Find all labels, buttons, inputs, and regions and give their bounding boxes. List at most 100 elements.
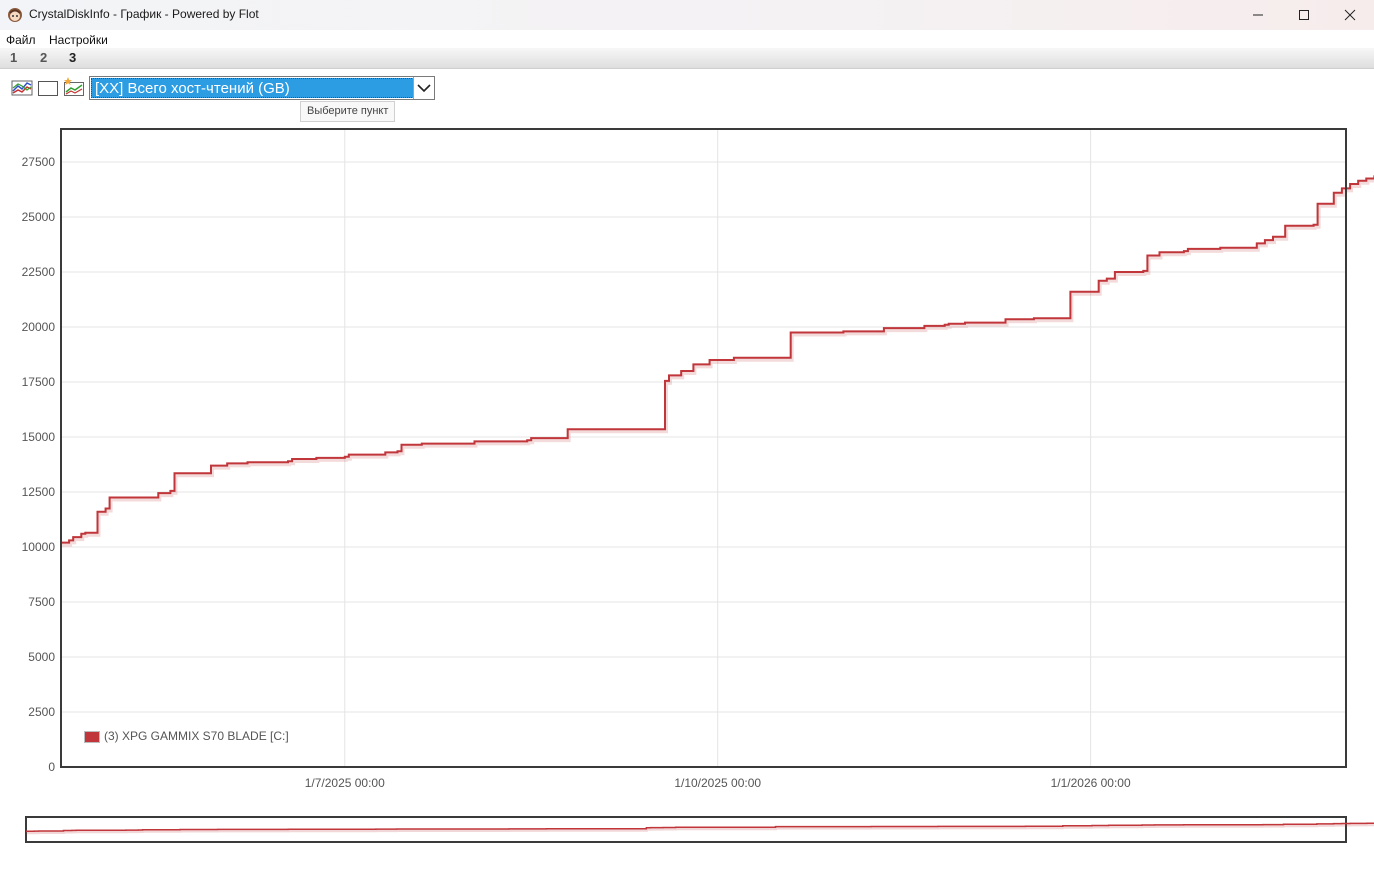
app-window: CrystalDiskInfo - График - Powered by Fl… <box>0 0 1374 870</box>
series-point <box>1146 254 1149 257</box>
series-point <box>173 472 176 475</box>
series-point <box>1114 271 1116 273</box>
y-tick-label: 0 <box>48 760 55 774</box>
y-tick-label: 22500 <box>22 265 56 279</box>
series-point <box>133 496 135 499</box>
series-point <box>169 490 172 492</box>
y-tick-label: 27500 <box>22 155 56 169</box>
series-point <box>469 442 472 445</box>
series-point <box>96 511 99 513</box>
series-point <box>1106 277 1108 280</box>
series-point <box>104 507 107 510</box>
series-point <box>157 492 160 494</box>
series-point <box>842 330 845 333</box>
series-point <box>343 456 346 458</box>
series-point <box>226 462 228 465</box>
series-point <box>1328 203 1331 205</box>
series-point <box>206 472 208 475</box>
y-tick-label: 10000 <box>22 540 56 554</box>
series-point <box>1033 317 1035 320</box>
series-point <box>919 327 922 329</box>
series-point <box>879 330 881 333</box>
series-point <box>1004 318 1007 321</box>
series-point <box>1284 225 1286 227</box>
series-point <box>108 496 111 499</box>
series-point <box>153 496 156 499</box>
series-point <box>68 539 70 542</box>
series-point <box>680 370 683 372</box>
series-point <box>526 439 528 442</box>
series-point <box>566 428 569 431</box>
series-point <box>1219 247 1222 249</box>
x-axis-ticks: 1/7/2025 00:00 1/10/2025 00:00 1/1/2026 00… <box>305 776 1131 790</box>
series-point <box>664 380 666 382</box>
series-point <box>789 331 792 334</box>
legend-swatch <box>84 731 100 743</box>
series-point <box>1316 203 1319 205</box>
series-point <box>562 437 565 439</box>
y-tick-label: 5000 <box>28 650 55 664</box>
series-point <box>729 359 731 361</box>
series-point <box>1272 236 1274 238</box>
series-point <box>1333 192 1335 194</box>
y-tick-label: 2500 <box>28 705 55 719</box>
y-tick-label: 7500 <box>28 595 55 609</box>
series-point <box>1349 183 1351 185</box>
series-point <box>1142 270 1145 272</box>
series-point <box>785 357 788 359</box>
series-point <box>883 327 885 329</box>
series-point <box>1093 291 1096 293</box>
series-point <box>708 359 711 361</box>
series-point <box>1341 187 1343 190</box>
series-point <box>246 461 249 464</box>
series-point <box>660 428 662 431</box>
legend-label: (3) XPG GAMMIX S70 BLADE [C:] <box>104 729 289 743</box>
series-point <box>1000 321 1003 324</box>
x-tick-label: 1/1/2026 00:00 <box>1051 776 1131 790</box>
y-tick-label: 17500 <box>22 375 56 389</box>
series-point <box>964 321 966 324</box>
series-point <box>1065 317 1068 320</box>
y-tick-label: 25000 <box>22 210 56 224</box>
series-point <box>1187 248 1189 250</box>
x-tick-label: 1/10/2025 00:00 <box>674 776 761 790</box>
series-point <box>473 440 476 443</box>
series-point <box>1312 223 1315 226</box>
series-point <box>210 464 212 467</box>
series-point <box>420 442 423 445</box>
series-point <box>1097 280 1100 282</box>
series-point <box>72 536 74 538</box>
series-point <box>668 374 670 377</box>
series-point <box>1251 247 1254 249</box>
series-point <box>1158 251 1161 253</box>
y-tick-label: 15000 <box>22 430 56 444</box>
series-point <box>84 531 87 534</box>
series-point <box>595 428 597 431</box>
series-point <box>1264 239 1266 241</box>
series-point <box>947 322 950 325</box>
series-point <box>315 457 318 459</box>
series-point <box>1357 179 1359 182</box>
series-point <box>1256 242 1258 245</box>
x-tick-label: 1/7/2025 00:00 <box>305 776 385 790</box>
series-point <box>80 533 83 535</box>
series-point <box>943 324 946 326</box>
series-point <box>400 443 403 446</box>
series-point <box>348 453 350 456</box>
series-point <box>692 363 695 366</box>
series-point <box>396 450 399 453</box>
series-point <box>733 357 735 359</box>
series-point <box>287 460 289 463</box>
series-point <box>530 437 533 439</box>
series-point <box>380 453 383 456</box>
y-tick-label: 12500 <box>22 485 56 499</box>
series-point <box>1183 250 1185 252</box>
series-point <box>1365 177 1368 180</box>
series-point <box>291 458 293 460</box>
y-axis-ticks: 0 2500 5000 7500 10000 12500 15000 17500 20000 22… <box>22 155 56 774</box>
series-point <box>384 451 387 454</box>
series-point <box>923 325 926 327</box>
y-tick-label: 20000 <box>22 320 56 334</box>
plot-background <box>61 129 1346 767</box>
series-point <box>1069 291 1072 293</box>
